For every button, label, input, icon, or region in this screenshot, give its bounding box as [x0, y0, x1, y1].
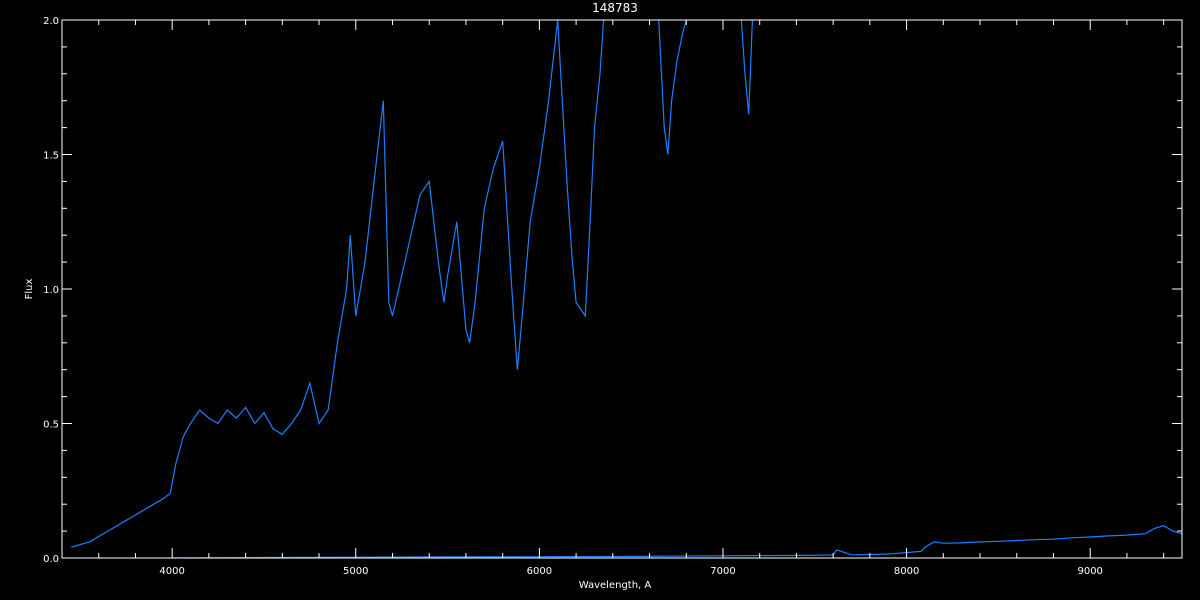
x-tick-label: 5000 [343, 566, 368, 577]
y-tick-label: 0.5 [43, 420, 59, 431]
x-tick-label: 8000 [894, 566, 919, 577]
x-tick-label: 6000 [527, 566, 552, 577]
spectrum-chart: 148783 4000 5000 6000 7000 8000 9000 0.0 0.5 1.0… [0, 0, 1200, 600]
x-tick-label: 7000 [710, 566, 735, 577]
y-tick-label: 1.0 [43, 285, 59, 296]
x-axis-label: Wavelength, A [579, 580, 652, 591]
x-tick-label: 9000 [1077, 566, 1102, 577]
y-axis-label: Flux [24, 279, 35, 300]
y-tick-label: 0.0 [43, 554, 59, 565]
x-tick-label: 4000 [159, 566, 184, 577]
y-tick-label: 2.0 [43, 16, 59, 27]
chart-title: 148783 [592, 1, 638, 15]
chart-background [0, 0, 1200, 600]
y-tick-label: 1.5 [43, 151, 59, 162]
